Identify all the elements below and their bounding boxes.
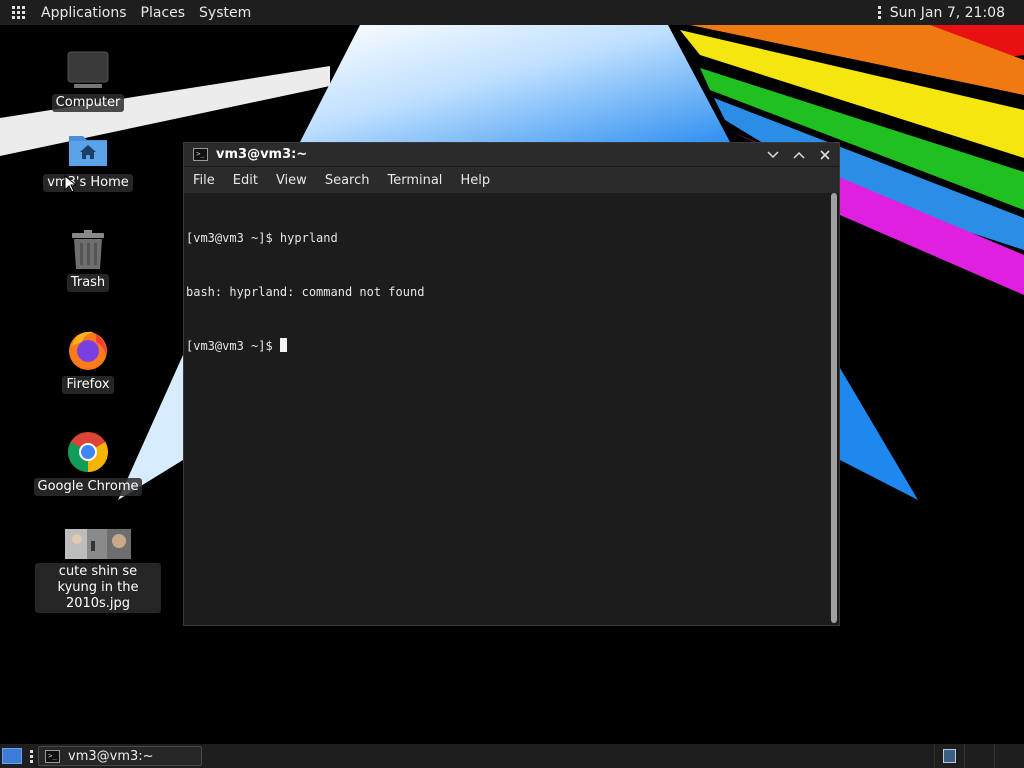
workspace-switcher <box>934 744 1024 768</box>
bottom-panel: >_ vm3@vm3:~ <box>0 744 1024 768</box>
close-icon <box>820 149 830 160</box>
desktop-icon-label: Google Chrome <box>33 478 143 496</box>
window-title: vm3@vm3:~ <box>216 147 308 162</box>
desktop-icon-label: vm3's Home <box>43 174 133 192</box>
desktop-icon-label: cute shin se kyung in the 2010s.jpg <box>35 563 161 613</box>
close-button[interactable] <box>817 147 833 163</box>
trash-icon <box>72 230 104 269</box>
terminal-line: bash: hyprland: command not found <box>186 285 425 299</box>
home-folder-icon <box>69 136 107 166</box>
menu-edit[interactable]: Edit <box>224 173 267 188</box>
desktop-icon-trash[interactable]: Trash <box>18 230 158 292</box>
chevron-down-icon <box>767 150 779 158</box>
taskbar-window-button[interactable]: >_ vm3@vm3:~ <box>38 746 202 766</box>
desktop-icon-chrome[interactable]: Google Chrome <box>18 430 158 496</box>
clock[interactable]: Sun Jan 7, 21:08 <box>890 5 1005 21</box>
desktop-icon-label: Firefox <box>62 376 114 394</box>
chevron-up-icon <box>793 151 805 159</box>
workspace-1[interactable] <box>934 744 964 768</box>
panel-kebab-icon[interactable] <box>877 6 882 19</box>
mouse-pointer-icon <box>64 175 76 193</box>
menu-view[interactable]: View <box>267 173 316 188</box>
workspace-window-preview <box>943 749 956 763</box>
terminal-menubar: File Edit View Search Terminal Help <box>184 167 839 193</box>
system-menu[interactable]: System <box>192 5 258 21</box>
terminal-prompt: [vm3@vm3 ~]$ <box>186 339 280 353</box>
top-right-area: Sun Jan 7, 21:08 <box>877 0 1024 25</box>
taskbar-kebab-icon[interactable] <box>30 749 34 763</box>
taskbar-window-label: vm3@vm3:~ <box>68 748 154 764</box>
desktop-icon-firefox[interactable]: Firefox <box>18 328 158 394</box>
chrome-icon <box>68 432 108 472</box>
desktop-icon-computer[interactable]: Computer <box>18 50 158 112</box>
computer-icon <box>67 51 109 88</box>
desktop-icon-label: Trash <box>66 274 110 292</box>
terminal-app-icon: >_ <box>193 148 208 161</box>
menu-help[interactable]: Help <box>451 173 499 188</box>
applications-menu[interactable]: Applications <box>34 5 134 21</box>
image-thumbnail <box>65 529 131 559</box>
menu-terminal[interactable]: Terminal <box>378 173 451 188</box>
menu-search[interactable]: Search <box>316 173 379 188</box>
scrollbar-thumb[interactable] <box>831 193 837 623</box>
desktop-icon-home[interactable]: vm3's Home <box>18 130 158 192</box>
minimize-button[interactable] <box>765 147 781 163</box>
places-menu[interactable]: Places <box>134 5 193 21</box>
terminal-titlebar[interactable]: >_ vm3@vm3:~ <box>184 143 839 167</box>
terminal-output[interactable]: [vm3@vm3 ~]$ hyprland bash: hyprland: co… <box>184 193 829 625</box>
window-controls <box>765 143 833 166</box>
text-cursor <box>279 338 287 352</box>
apps-grid-icon[interactable] <box>12 5 26 20</box>
terminal-prompt-line: [vm3@vm3 ~]$ <box>186 337 827 355</box>
terminal-line: [vm3@vm3 ~]$ hyprland <box>186 231 338 245</box>
maximize-button[interactable] <box>791 147 807 163</box>
terminal-app-icon: >_ <box>45 749 60 763</box>
workspace-3[interactable] <box>994 744 1024 768</box>
desktop-icon-image-file[interactable]: cute shin se kyung in the 2010s.jpg <box>28 529 168 613</box>
desktop-icon-label: Computer <box>51 94 125 112</box>
firefox-icon <box>69 331 107 370</box>
terminal-window[interactable]: >_ vm3@vm3:~ File Edit View Search Termi… <box>183 142 840 626</box>
workspace-2[interactable] <box>964 744 994 768</box>
show-desktop-button[interactable] <box>2 748 22 764</box>
terminal-scrollbar[interactable] <box>831 193 837 623</box>
menu-file[interactable]: File <box>184 173 224 188</box>
top-panel: Applications Places System Sun Jan 7, 21… <box>0 0 1024 25</box>
